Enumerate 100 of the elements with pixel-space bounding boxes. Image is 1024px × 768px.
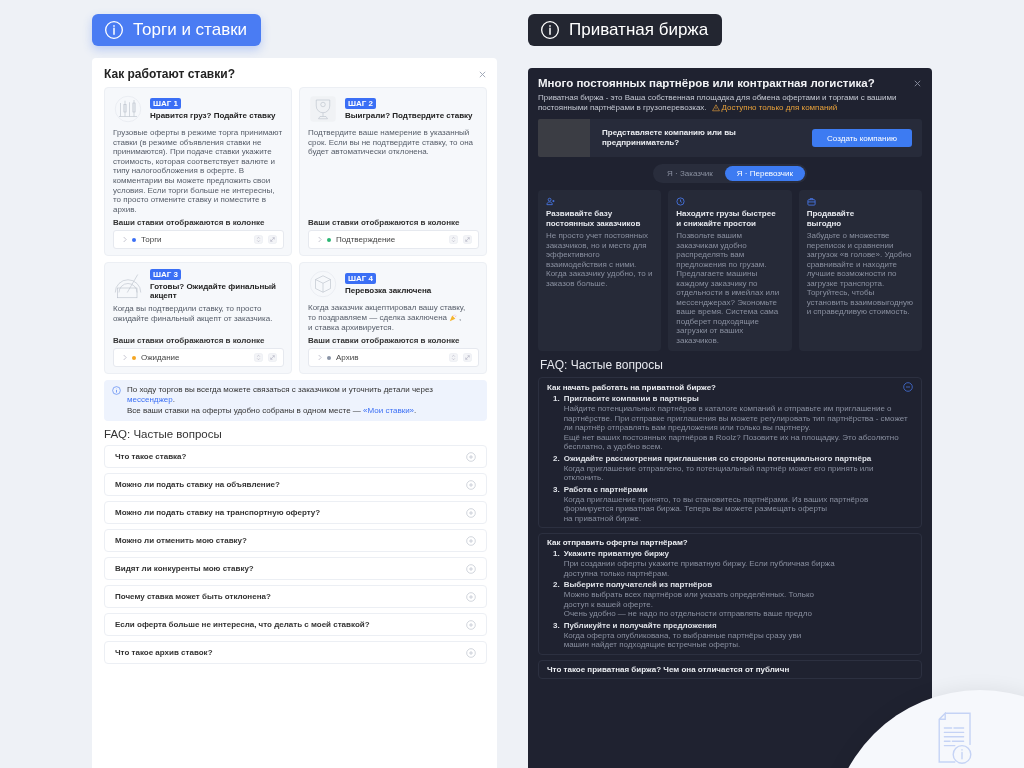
step-description: и ставка архивируется.: [308, 322, 394, 333]
expand-icon[interactable]: [463, 235, 472, 245]
column-field[interactable]: Подтверждение: [308, 230, 479, 250]
create-company-button[interactable]: Создать компанию: [812, 129, 912, 147]
column-caption: Ваши ставки отображаются в колонке: [113, 218, 266, 228]
step-text: Когда приглашение отправлено, то потенциальный партнёр может его принять или отклонить.: [563, 463, 875, 483]
feature-title: Находите грузы быстрее и снижайте простои: [676, 209, 776, 228]
step-text: Когда оферта опубликована, то выбранные партнёры сразу уви машин найдет подходящие встречные оферты.: [563, 630, 802, 650]
faq-question: Как отправить оферты партнёрам?: [547, 538, 688, 547]
plus-circle-icon[interactable]: [466, 619, 476, 630]
faq-item[interactable]: Что такое ставка?: [104, 445, 487, 469]
faq-item[interactable]: Можно ли подать ставку на транспортную оферту?: [104, 501, 487, 525]
plus-circle-icon[interactable]: [466, 451, 476, 462]
plus-circle-icon[interactable]: [466, 563, 476, 574]
step-description: Грузовые оферты в режиме торга принимают ставки (в режиме объявления ставки не принимаются). При подаче ставки укажите стоимость, которая соответствует валюте и типу налогообложения в оферте. В комментарии вы можете предложить свои условия. Если торги больше не интересны, то просто отмените ставку и поместите в архив.: [113, 128, 284, 215]
box-drawing: [308, 269, 338, 300]
panel-description: постоянными партнёрами в грузоперевозках.: [538, 103, 707, 113]
clock-icon: [676, 197, 686, 206]
info-icon: [540, 20, 560, 40]
faq-heading: FAQ: Частые вопросы: [104, 428, 223, 441]
faq-question: Что такое приватная биржа? Чем она отличается от публичн: [547, 664, 790, 674]
availability-note: Доступно только для компаний: [721, 103, 838, 113]
faq-item[interactable]: Что такое приватная биржа? Чем она отличается от публичн: [538, 659, 922, 679]
step-number: 1.: [553, 549, 560, 560]
step-badge: ШАГ 3: [150, 269, 182, 281]
faq-question: Что такое архив ставок?: [115, 648, 213, 658]
faq-item[interactable]: Почему ставка может быть отклонена?: [104, 585, 487, 609]
faq-item[interactable]: Что такое архив ставок?: [104, 641, 487, 665]
step-description: Когда вы подтвердили ставку, то просто ожидайте финальный акцепт от заказчика.: [113, 304, 274, 324]
role-tab[interactable]: Я · Заказчик: [655, 166, 725, 181]
trophy-drawing: [308, 94, 338, 124]
step-title: Выберите получателей из партнёров: [563, 580, 713, 589]
chevron-icon: [317, 236, 322, 244]
faq-question: Можно ли подать ставку на транспортную оферту?: [115, 508, 321, 518]
column-name: Подтверждение: [336, 235, 397, 245]
step-title: Укажите приватную биржу: [563, 549, 669, 558]
party-popper-icon: [449, 313, 457, 322]
step-text: Когда приглашение принято, то вы становитесь партнёрами. Из ваших партнёров формируется приватная биржа. Теперь вы можете размещать оферты на приватной бирже.: [563, 494, 870, 523]
column-caption: Ваши ставки отображаются в колонке: [308, 336, 461, 346]
document-info-icon: [938, 712, 974, 764]
briefcase-icon: [806, 197, 816, 206]
step-badge: ШАГ 1: [150, 98, 182, 109]
step-text: Можно выбрать всех партнёров или указать определённых. Только доступ к вашей оферте. Очень удобно — не надо по отдельности отправлять ваше предло: [563, 590, 814, 619]
expand-icon[interactable]: [268, 353, 277, 363]
sort-icon[interactable]: [449, 353, 458, 363]
step-badge: ШАГ 2: [345, 98, 377, 109]
close-icon[interactable]: [478, 69, 487, 79]
step-number: 2.: [553, 453, 560, 465]
step-title: Ожидайте рассмотрения приглашения со стороны потенциального партнёра: [563, 453, 872, 463]
step-title: Выиграли? Подтвердите ставку: [345, 111, 473, 120]
faq-question: Что такое ставка?: [115, 452, 187, 462]
faq-item[interactable]: Можно ли подать ставку на объявление?: [104, 473, 487, 497]
column-field[interactable]: Ожидание: [113, 348, 284, 368]
sort-icon[interactable]: [254, 235, 263, 245]
panel-description: Приватная биржа - это Ваша собственная площадка для обмена офертами и торгами с вашими: [538, 93, 897, 103]
sort-icon[interactable]: [449, 235, 458, 245]
close-icon[interactable]: [913, 78, 922, 88]
faq-item[interactable]: Видят ли конкуренты мою ставку?: [104, 557, 487, 581]
step-title: Пригласите компании в партнеры: [563, 394, 699, 403]
column-field[interactable]: Торги: [113, 230, 284, 250]
step-text: Найдите потенциальных партнёров в каталоге компаний и отправьте им приглашение о партнёрстве. При отправке приглашения вы можете регулировать тип партнёрства - сможет ли партнёр отправлять вам предложения или только вы партнеру. Ещё нет ваших постоянных партнёров в Roolz? Позовите их на площадку. Это абсолютно бесплатно, а удобно всем.: [563, 404, 909, 452]
faq-item[interactable]: Можно ли отменить мою ставку?: [104, 529, 487, 553]
feature-description: Позвольте вашим заказчикам удобно распределять вам предложения по грузам. Предлагаете машины каждому заказчику по отдельности в имейлах или мессенджерах? Экономьте ваше время. Система сама подберет подходящие загрузки от ваших заказчиков.: [676, 231, 781, 345]
chevron-icon: [122, 236, 127, 244]
role-tab[interactable]: Я · Перевозчик: [724, 166, 805, 181]
plus-circle-icon[interactable]: [466, 647, 476, 658]
plus-circle-icon[interactable]: [466, 535, 476, 546]
column-caption: Ваши ставки отображаются в колонке: [308, 218, 461, 228]
info-text: Все ваши ставки на оферты удобно собраны в одном месте — «Мои ставки».: [127, 406, 418, 417]
step-number: 2.: [553, 580, 560, 591]
step-number: 3.: [553, 484, 560, 496]
feature-description: Не просто учет постоянных заказчиков, но и место для эффективного взаимодействия с ними. Когда заказчику удобно, то и заказов больше.: [546, 231, 654, 288]
column-name: Ожидание: [141, 353, 181, 363]
chart-drawing: [113, 94, 143, 124]
faq-item[interactable]: Если оферта больше не интересна, что делать с моей ставкой?: [104, 613, 487, 637]
step-title: Готовы? Ожидайте финальный акцепт: [150, 282, 277, 301]
column-field[interactable]: Архив: [308, 348, 479, 368]
photo-placeholder: [538, 119, 590, 157]
users-icon: [546, 197, 555, 206]
sort-icon[interactable]: [254, 353, 263, 363]
step-description: ,: [459, 312, 462, 323]
faq-question: Видят ли конкуренты мою ставку?: [115, 564, 254, 574]
plus-circle-icon[interactable]: [466, 479, 476, 490]
plus-circle-icon[interactable]: [466, 507, 476, 518]
column-caption: Ваши ставки отображаются в колонке: [113, 336, 266, 346]
step-title: Работа с партнёрами: [563, 484, 648, 494]
expand-icon[interactable]: [268, 235, 277, 245]
feature-title: Продавайте выгодно: [806, 209, 855, 228]
section-header: Приватная биржа: [528, 14, 723, 46]
feature-title: Развивайте базу постоянных заказчиков: [546, 209, 641, 228]
minus-circle-icon[interactable]: [903, 382, 913, 392]
feature-description: Забудьте о множестве переписок и сравнении загрузок «в голове». Удобно сравнивайте и находите лучшие возможности по загрузке транспорта. Торгуйтесь, чтобы установить взаимовыгодную и справедливую стоимость.: [806, 231, 914, 317]
info-link[interactable]: мессенджер: [127, 395, 173, 405]
expand-icon[interactable]: [463, 353, 472, 363]
faq-item[interactable]: [538, 377, 922, 528]
step-number: 1.: [553, 394, 560, 405]
column-name: Торги: [141, 235, 163, 245]
plus-circle-icon[interactable]: [466, 591, 476, 602]
warning-icon: [711, 104, 720, 112]
panel-title: Как работают ставки?: [104, 67, 235, 81]
